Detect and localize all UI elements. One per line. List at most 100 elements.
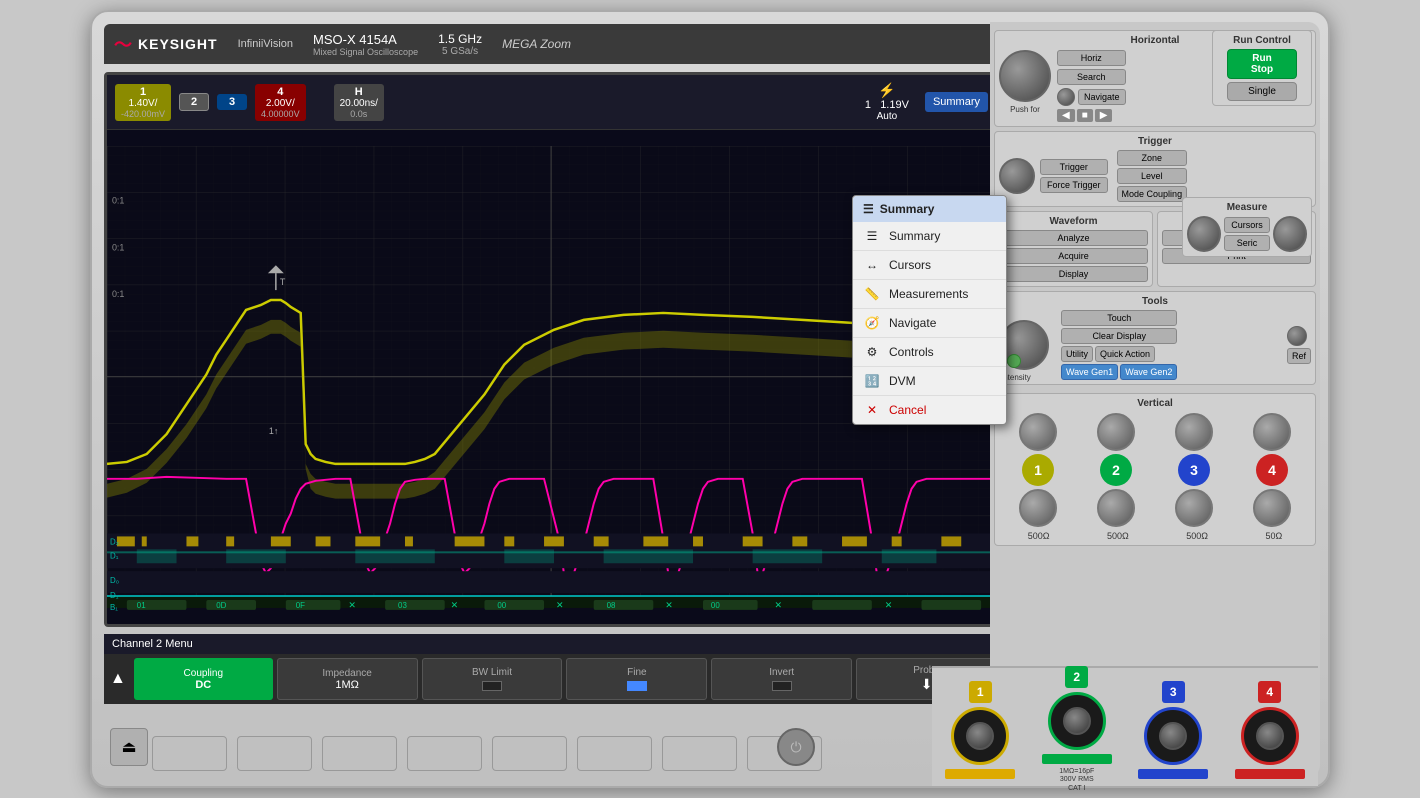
force-trigger-button[interactable]: Force Trigger xyxy=(1040,177,1108,193)
svg-text:03: 03 xyxy=(398,601,407,610)
ch1-vert-pos-knob[interactable] xyxy=(1019,489,1057,527)
display-button[interactable]: Display xyxy=(999,266,1148,282)
ch4-vert-pos-knob[interactable] xyxy=(1253,489,1291,527)
keysight-logo: 〜 KEYSIGHT xyxy=(114,31,218,57)
ch4-badge[interactable]: 4 2.00V/ 4.00000V xyxy=(255,84,306,121)
trigger-button[interactable]: Trigger xyxy=(1040,159,1108,175)
menu-cancel-label: Cancel xyxy=(889,403,926,417)
utility-button[interactable]: Utility xyxy=(1061,346,1093,362)
summary-button[interactable]: Summary xyxy=(925,92,988,112)
ch4-ohm: 50Ω xyxy=(1266,531,1283,541)
ch1-vert-scale-knob[interactable] xyxy=(1019,413,1057,451)
ch1-vert-button[interactable]: 1 xyxy=(1022,454,1054,486)
port-4-connector[interactable] xyxy=(1241,707,1299,765)
single-button[interactable]: Single xyxy=(1227,82,1297,101)
horizontal-knob[interactable] xyxy=(999,50,1051,102)
acquire-button[interactable]: Acquire xyxy=(999,248,1148,264)
softkey-1[interactable] xyxy=(152,736,227,771)
invert-button[interactable]: Invert xyxy=(711,658,852,700)
ch2-badge[interactable]: 2 xyxy=(179,93,209,111)
port-3-connector[interactable] xyxy=(1144,707,1202,765)
port-3-group: 3 xyxy=(1138,681,1208,779)
wave-gen2-button[interactable]: Wave Gen2 xyxy=(1120,364,1177,380)
mode-coupling-button[interactable]: Mode Coupling xyxy=(1117,186,1188,202)
svg-text:0:1: 0:1 xyxy=(112,196,124,206)
analyze-button[interactable]: Analyze xyxy=(999,230,1148,246)
trigger-section-label: Trigger xyxy=(999,136,1311,147)
search-button[interactable]: Search xyxy=(1057,69,1126,85)
channel-bar: 1 1.40V/ -420.00mV 2 3 4 2.00V/ 4.00000V… xyxy=(107,75,996,130)
run-control-label: Run Control xyxy=(1217,35,1307,46)
impedance-button[interactable]: Impedance 1MΩ xyxy=(277,658,418,700)
nav-left-button[interactable]: ◀ xyxy=(1057,109,1075,122)
cursors-button[interactable]: Cursors xyxy=(1224,217,1270,233)
ch1-volt: 1.40V/ xyxy=(129,98,158,109)
menu-item-controls[interactable]: ⚙ Controls xyxy=(853,338,1006,367)
logo-text: KEYSIGHT xyxy=(138,36,218,52)
trig-mode: Auto xyxy=(877,111,898,122)
ch3-vert-pos-knob[interactable] xyxy=(1175,489,1213,527)
menu-item-cursors[interactable]: ↔ Cursors xyxy=(853,251,1006,280)
measure-knob2[interactable] xyxy=(1273,216,1307,252)
nav-right-button[interactable]: ▶ xyxy=(1095,109,1113,122)
menu-item-summary[interactable]: ☰ Summary xyxy=(853,222,1006,251)
zone-button[interactable]: Zone xyxy=(1117,150,1188,166)
controls-icon: ⚙ xyxy=(863,345,881,359)
navigate-btn[interactable]: Navigate xyxy=(1078,89,1126,105)
softkey-6[interactable] xyxy=(577,736,652,771)
clear-display-button[interactable]: Clear Display xyxy=(1061,328,1177,344)
level-button[interactable]: Level xyxy=(1117,168,1188,184)
touch-button[interactable]: Touch xyxy=(1061,310,1177,326)
softkey-2[interactable] xyxy=(237,736,312,771)
ch3-badge[interactable]: 3 xyxy=(217,94,247,110)
ref-knob[interactable] xyxy=(1287,326,1307,346)
trigger-knob[interactable] xyxy=(999,158,1035,194)
port-1-connector[interactable] xyxy=(951,707,1009,765)
menu-item-cancel[interactable]: ✕ Cancel xyxy=(853,396,1006,424)
run-stop-button[interactable]: RunStop xyxy=(1227,49,1297,79)
softkey-5[interactable] xyxy=(492,736,567,771)
dropdown-menu: ☰ Summary ☰ Summary ↔ Cursors 📏 Measurem… xyxy=(852,195,1007,425)
eject-button[interactable]: ⏏ xyxy=(110,728,148,766)
menu-item-measurements[interactable]: 📏 Measurements xyxy=(853,280,1006,309)
softkey-4[interactable] xyxy=(407,736,482,771)
port-1-label: 1 xyxy=(977,685,984,699)
softkey-7[interactable] xyxy=(662,736,737,771)
ch4-vert-button[interactable]: 4 xyxy=(1256,454,1288,486)
ch2-vert-pos-knob[interactable] xyxy=(1097,489,1135,527)
seric-button[interactable]: Seric xyxy=(1224,235,1270,251)
power-button[interactable]: ⏻ xyxy=(777,728,815,766)
svg-text:08: 08 xyxy=(607,601,616,610)
ch4-vert-scale-knob[interactable] xyxy=(1253,413,1291,451)
trig-val: 1 1.19V xyxy=(865,99,909,111)
horiz-button[interactable]: Horiz xyxy=(1057,50,1126,66)
measure-knob[interactable] xyxy=(1187,216,1221,252)
menu-item-navigate[interactable]: 🧭 Navigate xyxy=(853,309,1006,338)
ch-horiz-badge[interactable]: H 20.00ns/ 0.0s xyxy=(334,84,384,121)
ch3-vert-scale-knob[interactable] xyxy=(1175,413,1213,451)
ch1-badge[interactable]: 1 1.40V/ -420.00mV xyxy=(115,84,171,121)
ch-menu-nav-up[interactable]: ▲ xyxy=(104,670,132,688)
bwlimit-button[interactable]: BW Limit xyxy=(422,658,563,700)
port-2-label: 2 xyxy=(1073,670,1080,684)
header-model: MSO-X 4154A Mixed Signal Oscilloscope xyxy=(313,32,418,57)
svg-text:✕: ✕ xyxy=(774,600,781,610)
nav-stop-button[interactable]: ■ xyxy=(1077,109,1093,122)
ch3-vert-button[interactable]: 3 xyxy=(1178,454,1210,486)
menu-item-dvm[interactable]: 🔢 DVM xyxy=(853,367,1006,396)
ch2-vert-button[interactable]: 2 xyxy=(1100,454,1132,486)
fine-button[interactable]: Fine xyxy=(566,658,707,700)
measure-section-label: Measure xyxy=(1187,202,1307,213)
coupling-button[interactable]: Coupling DC xyxy=(134,658,273,700)
port-2-connector[interactable] xyxy=(1048,692,1106,750)
quick-action-button[interactable]: Quick Action xyxy=(1095,346,1155,362)
ch3-vert-label: 3 xyxy=(1190,462,1198,478)
ch2-vert-scale-knob[interactable] xyxy=(1097,413,1135,451)
horiz-scroll-knob[interactable] xyxy=(1057,88,1075,106)
ch4-volt: 2.00V/ xyxy=(266,98,295,109)
menu-measurements-label: Measurements xyxy=(889,287,968,301)
softkey-3[interactable] xyxy=(322,736,397,771)
ref-button[interactable]: Ref xyxy=(1287,348,1311,364)
ch1-offset: -420.00mV xyxy=(121,109,165,119)
wave-gen1-button[interactable]: Wave Gen1 xyxy=(1061,364,1118,380)
